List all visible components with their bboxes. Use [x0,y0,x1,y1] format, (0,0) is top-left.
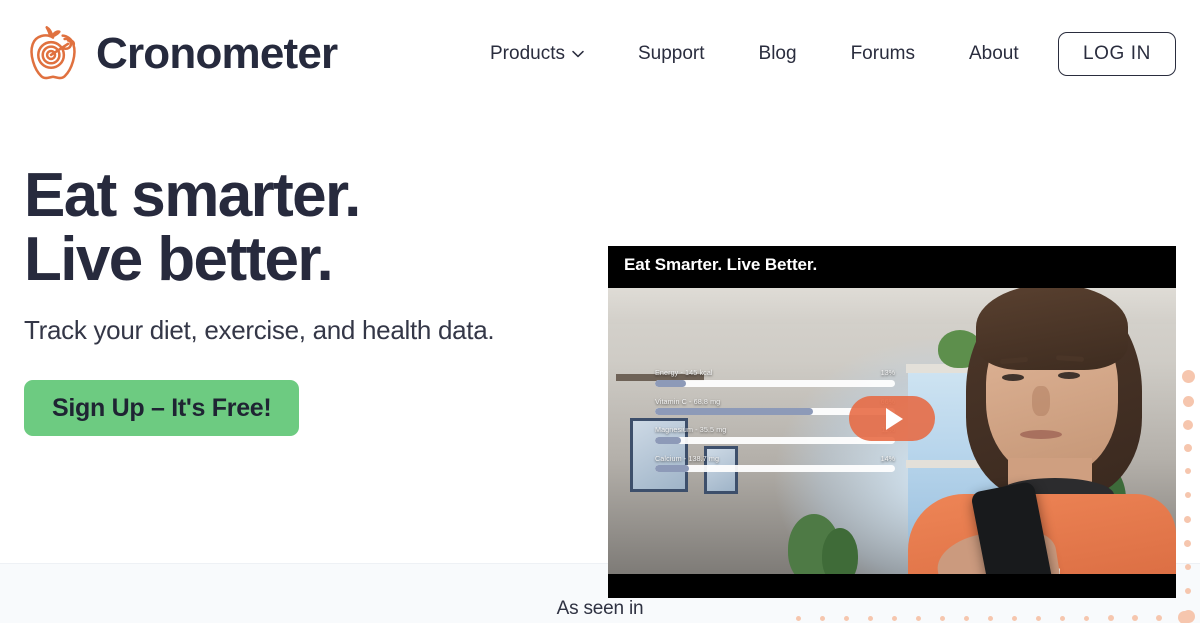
decorative-dot [1156,615,1162,621]
nav-item-blog[interactable]: Blog [732,37,824,71]
decorative-dot [988,616,993,621]
headline-line-1: Eat smarter. [24,161,361,230]
hero-subheading: Track your diet, exercise, and health da… [24,314,495,345]
decorative-dot [1178,611,1191,623]
video-title-overlay: Eat Smarter. Live Better. [624,255,818,274]
nav-item-forums[interactable]: Forums [824,37,942,71]
nutrient-bar-track [655,465,895,472]
nav-item-label: About [968,43,1019,64]
nav-item-support[interactable]: Support [611,37,732,71]
nutrient-bar-track [655,379,895,387]
nutrient-bar-fill [655,408,814,415]
decorative-dot [916,616,921,621]
apple-target-arrow-icon [30,26,76,80]
decorative-dot [844,616,849,621]
nutrient-row: Calcium - 138.7 mg 14% [655,453,895,472]
video-play-button[interactable] [849,396,935,441]
login-button[interactable]: LOG IN [1058,32,1176,76]
nav-item-label: Forums [850,43,915,64]
decorative-dot [1184,444,1192,452]
play-triangle-icon [885,407,903,430]
nav-item-about[interactable]: About [942,37,1046,71]
nutrient-row: Energy - 145 kcal 13% [655,368,895,387]
nav-item-products[interactable]: Products [490,37,611,71]
site-header: Cronometer Products Support Blog Forums … [0,0,1200,108]
decorative-dot-column [1182,370,1200,623]
nav-item-label: Support [637,43,705,64]
page-title: Eat smarter. Live better. [24,164,564,292]
hero-section: Eat smarter. Live better. Track your die… [0,108,1200,623]
decorative-dot [820,616,825,621]
decorative-dot [1132,615,1138,621]
decorative-dot [1185,564,1191,570]
nutrient-label: Calcium - 138.7 mg [655,453,720,463]
decorative-dot [1084,616,1089,621]
decorative-dot [1060,616,1065,621]
nutrient-percent: 14% [880,453,895,463]
decorative-dot [1185,468,1191,474]
nutrient-label: Magnesium - 35.5 mg [655,425,727,434]
nav-item-label: Blog [758,43,797,64]
brand-logo-link[interactable]: Cronometer [22,23,338,85]
decorative-dot [1184,516,1191,523]
nutrient-bar-fill [655,465,689,472]
decorative-dot [940,616,945,621]
nutrient-bar-fill [655,436,682,444]
brand-name: Cronometer [96,29,338,78]
nutrient-label: Energy - 145 kcal [655,368,713,377]
decorative-dot [964,616,969,621]
landing-page: Cronometer Products Support Blog Forums … [0,0,1200,623]
headline-line-2: Live better. [24,224,334,294]
decorative-dot [892,616,897,621]
nutrient-percent: 13% [880,368,895,377]
decorative-dot [1185,588,1191,594]
decorative-dot [1185,492,1191,498]
decorative-dot [796,616,801,621]
decorative-dot [1184,540,1191,547]
chevron-down-icon [572,50,584,58]
decorative-dot [1036,616,1041,621]
decorative-dot [1012,616,1017,621]
signup-button[interactable]: Sign Up – It's Free! [24,380,300,437]
decorative-dot [1182,370,1195,383]
decorative-dot [1108,615,1114,621]
decorative-dot [868,616,873,621]
nav-item-label: Products [490,43,565,64]
decorative-dot-grid [788,608,1200,623]
nutrient-label: Vitamin C - 68.8 mg [655,396,721,406]
decorative-dot [1183,420,1193,430]
main-navigation: Products Support Blog Forums About [490,0,1046,108]
hero-copy: Eat smarter. Live better. Track your die… [24,164,564,437]
decorative-dot [1183,396,1194,407]
nutrient-bar-fill [655,379,687,387]
